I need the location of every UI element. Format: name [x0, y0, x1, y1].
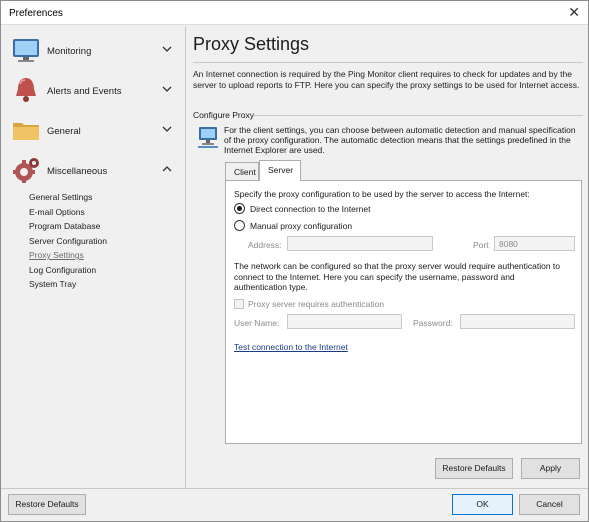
username-field[interactable]	[287, 314, 402, 329]
bell-icon	[16, 78, 36, 102]
manual-proxy-label[interactable]: Manual proxy configuration	[250, 221, 352, 232]
manual-proxy-radio[interactable]	[234, 220, 245, 231]
page-title: Proxy Settings	[193, 34, 310, 54]
monitor-icon	[13, 39, 39, 62]
password-label: Password:	[413, 318, 453, 328]
chevron-up-icon[interactable]	[161, 163, 173, 175]
footer-divider	[1, 488, 588, 489]
auth-description: The network can be configured so that th…	[234, 261, 561, 292]
port-field[interactable]: 8080	[494, 236, 575, 251]
auth-checkbox-label[interactable]: Proxy server requires authentication	[248, 299, 384, 309]
restore-defaults-button[interactable]: Restore Defaults	[435, 458, 513, 479]
sidebar-item-system-tray[interactable]: System Tray	[29, 279, 107, 294]
group-divider	[253, 115, 583, 116]
configure-proxy-label: Configure Proxy	[193, 110, 254, 120]
tab-server[interactable]: Server	[259, 160, 301, 181]
sidebar-section-monitoring[interactable]: Monitoring	[1, 32, 186, 70]
sidebar-item-general-settings[interactable]: General Settings	[29, 192, 107, 207]
sidebar-section-label: Monitoring	[47, 46, 92, 57]
cancel-button[interactable]: Cancel	[519, 494, 580, 515]
title-bar: Preferences ✕	[1, 1, 588, 25]
misc-sub-items: General Settings E-mail Options Program …	[29, 192, 107, 294]
window-title: Preferences	[9, 8, 63, 19]
sidebar-section-label: Alerts and Events	[47, 86, 122, 97]
port-label: Port	[473, 240, 489, 250]
sidebar-item-server-configuration[interactable]: Server Configuration	[29, 236, 107, 251]
sidebar-item-email-options[interactable]: E-mail Options	[29, 207, 107, 222]
sidebar-section-general[interactable]: General	[1, 112, 186, 150]
sidebar-section-miscellaneous[interactable]: Miscellaneous	[1, 152, 186, 190]
ok-button[interactable]: OK	[452, 494, 513, 515]
sidebar-item-program-database[interactable]: Program Database	[29, 221, 107, 236]
chevron-down-icon[interactable]	[161, 83, 173, 95]
sidebar-item-proxy-settings[interactable]: Proxy Settings	[29, 250, 107, 265]
sidebar-section-label: Miscellaneous	[47, 166, 108, 177]
preferences-window: Preferences ✕ Monitoring Alerts and Even…	[0, 0, 589, 522]
username-label: User Name:	[234, 318, 280, 328]
server-tab-panel: Specify the proxy configuration to be us…	[225, 180, 582, 444]
sidebar-section-label: General	[47, 126, 81, 137]
apply-button[interactable]: Apply	[521, 458, 580, 479]
direct-connection-radio[interactable]	[234, 203, 245, 214]
close-icon[interactable]: ✕	[568, 4, 580, 20]
sidebar-item-log-configuration[interactable]: Log Configuration	[29, 265, 107, 280]
sidebar: Monitoring Alerts and Events General Mis…	[1, 26, 186, 488]
configure-proxy-text: For the client settings, you can choose …	[224, 125, 576, 155]
chevron-down-icon[interactable]	[161, 123, 173, 135]
folder-icon	[13, 123, 39, 140]
auth-checkbox[interactable]	[234, 299, 244, 309]
footer-restore-defaults-button[interactable]: Restore Defaults	[8, 494, 86, 515]
test-connection-link[interactable]: Test connection to the Internet	[234, 342, 348, 352]
main-panel: Proxy Settings An Internet connection is…	[187, 26, 588, 488]
direct-connection-label[interactable]: Direct connection to the Internet	[250, 204, 371, 215]
address-field[interactable]	[287, 236, 433, 251]
address-label: Address:	[248, 240, 282, 250]
intro-text: An Internet connection is required by th…	[193, 69, 580, 90]
chevron-down-icon[interactable]	[161, 43, 173, 55]
title-divider	[193, 62, 583, 63]
computer-network-icon	[198, 127, 218, 148]
tab-client[interactable]: Client	[225, 162, 259, 180]
proxy-prompt: Specify the proxy configuration to be us…	[234, 189, 530, 199]
password-field[interactable]	[460, 314, 575, 329]
gear-icon	[13, 158, 39, 183]
sidebar-section-alerts[interactable]: Alerts and Events	[1, 72, 186, 110]
